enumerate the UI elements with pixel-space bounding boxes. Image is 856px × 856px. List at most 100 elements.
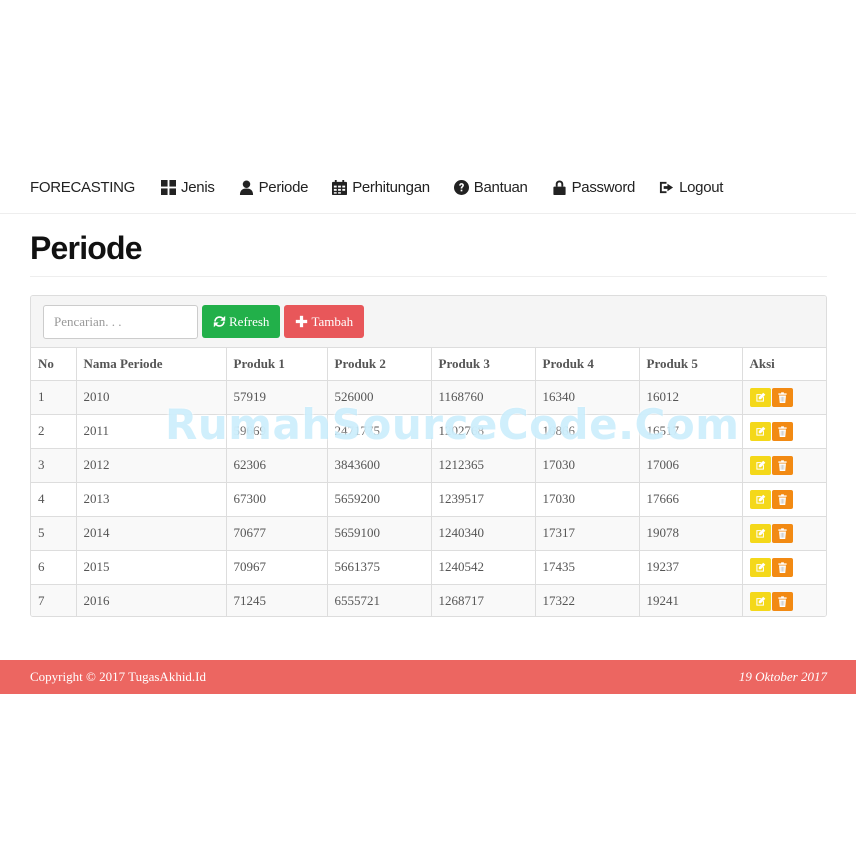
table-cell: 7 — [31, 584, 77, 616]
table-cell: 2471775 — [327, 414, 432, 449]
trash-icon — [777, 561, 787, 573]
table-cell: 1240340 — [431, 516, 536, 551]
aksi-cell — [742, 550, 826, 585]
table-cell: 1212365 — [431, 448, 536, 483]
edit-button[interactable] — [749, 489, 771, 509]
footer-date: 19 Oktober 2017 — [738, 669, 827, 684]
table-cell: 2013 — [76, 482, 227, 517]
delete-button[interactable] — [771, 523, 793, 543]
aksi-cell — [742, 516, 826, 551]
nav-item-label: Logout — [679, 179, 724, 196]
table-cell: 19078 — [639, 516, 743, 551]
table-cell: 3 — [31, 448, 77, 483]
table-cell: 67300 — [226, 482, 328, 517]
periode-panel: Refresh Tambah No Nama Periode Produk 1 … — [30, 295, 827, 617]
table-cell: 59669 — [226, 414, 328, 449]
edit-button[interactable] — [749, 557, 771, 577]
nav-item-perhitungan[interactable]: Perhitungan — [332, 179, 430, 196]
table-cell: 2010 — [76, 380, 227, 415]
column-header: Produk 1 — [226, 348, 328, 381]
table-cell: 1240542 — [431, 550, 536, 585]
plus-icon — [296, 315, 308, 328]
table-row: 4 2013 67300 5659200 1239517 17030 17666 — [31, 482, 826, 517]
nav-item-jenis[interactable]: Jenis — [161, 179, 215, 196]
table-cell: 1 — [31, 380, 77, 415]
aksi-cell — [742, 414, 826, 449]
nav-item-periode[interactable]: Periode — [239, 179, 308, 196]
table-cell: 2016 — [76, 584, 227, 616]
table-cell: 17435 — [535, 550, 640, 585]
table-cell: 1202768 — [431, 414, 536, 449]
delete-button[interactable] — [771, 489, 793, 509]
table-cell: 57919 — [226, 380, 328, 415]
aksi-cell — [742, 448, 826, 483]
top-navbar: FORECASTING Jenis Periode Perhitungan Ba… — [0, 162, 856, 214]
trash-icon — [777, 459, 787, 471]
table-cell: 4 — [31, 482, 77, 517]
column-header: Aksi — [742, 348, 826, 381]
edit-icon — [755, 392, 765, 402]
tambah-label: Tambah — [311, 313, 354, 329]
edit-button[interactable] — [749, 591, 771, 611]
table-cell: 17030 — [535, 448, 640, 483]
table-cell: 1239517 — [431, 482, 536, 517]
table-cell: 16517 — [639, 414, 743, 449]
delete-button[interactable] — [771, 387, 793, 407]
table-cell: 2 — [31, 414, 77, 449]
nav-item-bantuan[interactable]: Bantuan — [453, 179, 528, 196]
column-header: Produk 3 — [431, 348, 536, 381]
table-body: 1 2010 57919 526000 1168760 16340 16012 2 2011 59… — [31, 380, 826, 616]
table-cell: 2014 — [76, 516, 227, 551]
trash-icon — [777, 425, 787, 437]
aksi-cell — [742, 482, 826, 517]
nav-item-logout[interactable]: Logout — [659, 179, 723, 196]
table-header-row: No Nama Periode Produk 1 Produk 2 Produk… — [31, 348, 826, 381]
nav-item-password[interactable]: Password — [552, 179, 635, 196]
delete-button[interactable] — [771, 421, 793, 441]
table-cell: 16866 — [535, 414, 640, 449]
column-header: Produk 4 — [535, 348, 640, 381]
edit-icon — [755, 494, 765, 504]
trash-icon — [777, 527, 787, 539]
table-cell: 6555721 — [327, 584, 432, 616]
table-cell: 6 — [31, 550, 77, 585]
table-cell: 2011 — [76, 414, 227, 449]
table-cell: 16012 — [639, 380, 743, 415]
table-row: 3 2012 62306 3843600 1212365 17030 17006 — [31, 448, 826, 483]
delete-button[interactable] — [771, 557, 793, 577]
edit-icon — [755, 460, 765, 470]
search-input[interactable] — [43, 304, 198, 339]
edit-button[interactable] — [749, 523, 771, 543]
edit-icon — [755, 596, 765, 606]
user-icon — [239, 180, 253, 195]
table-cell: 5 — [31, 516, 77, 551]
refresh-button[interactable]: Refresh — [202, 305, 281, 338]
edit-button[interactable] — [749, 421, 771, 441]
refresh-label: Refresh — [229, 313, 270, 329]
panel-toolbar: Refresh Tambah — [31, 296, 826, 348]
table-cell: 3843600 — [327, 448, 432, 483]
refresh-icon — [213, 315, 226, 328]
logout-icon — [660, 181, 674, 194]
table-cell: 70677 — [226, 516, 328, 551]
column-header: Produk 5 — [639, 348, 743, 381]
table-cell: 5659200 — [327, 482, 432, 517]
trash-icon — [777, 493, 787, 505]
delete-button[interactable] — [771, 455, 793, 475]
nav-item-label: Jenis — [181, 179, 215, 196]
edit-icon — [755, 426, 765, 436]
grid-icon — [161, 180, 177, 195]
delete-button[interactable] — [771, 591, 793, 611]
brand-link[interactable]: FORECASTING — [30, 179, 135, 196]
table-row: 1 2010 57919 526000 1168760 16340 16012 — [31, 380, 826, 415]
edit-button[interactable] — [749, 455, 771, 475]
tambah-button[interactable]: Tambah — [284, 305, 365, 338]
aksi-cell — [742, 380, 826, 415]
table-cell: 17666 — [639, 482, 743, 517]
edit-button[interactable] — [749, 387, 771, 407]
title-divider — [30, 276, 827, 277]
table-cell: 17317 — [535, 516, 640, 551]
footer-copyright: Copyright © 2017 TugasAkhid.Id — [30, 669, 207, 684]
nav-item-label: Perhitungan — [352, 179, 430, 196]
question-circle-icon — [453, 180, 469, 195]
